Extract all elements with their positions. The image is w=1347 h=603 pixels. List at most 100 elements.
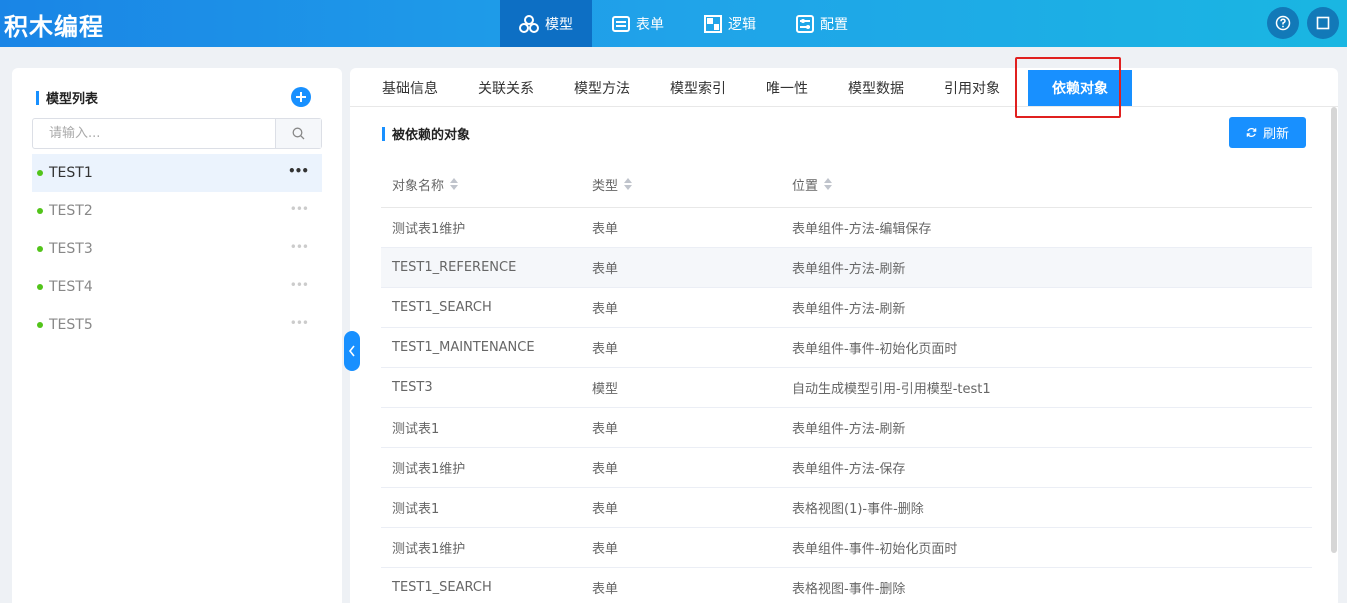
tab-referenced-objects[interactable]: 引用对象 [924,68,1020,107]
nav-label: 配置 [820,16,848,33]
cell-type: 表单 [592,462,619,477]
cell-type: 表单 [592,582,619,597]
logic-icon [704,14,722,33]
column-header-location[interactable]: 位置 [781,175,1312,194]
help-button[interactable] [1267,7,1299,39]
cell-location: 表格视图-事件-删除 [792,582,906,597]
plus-icon [296,92,306,102]
title-accent-bar [382,126,385,141]
top-right-actions [1267,7,1339,39]
dependency-table: 对象名称 类型 位置 测试表1维护 表单 表单组件-方法-编辑保存 TEST1_… [381,161,1312,603]
cell-location: 自动生成模型引用-引用模型-test1 [792,382,991,397]
sort-icon[interactable] [624,178,633,190]
more-icon[interactable]: ••• [290,241,309,253]
tab-dependent-objects[interactable]: 依赖对象 [1028,70,1132,106]
detail-tabs: 基础信息 关联关系 模型方法 模型索引 唯一性 模型数据 引用对象 依赖对象 [350,68,1338,107]
detail-panel: 基础信息 关联关系 模型方法 模型索引 唯一性 模型数据 引用对象 依赖对象 被… [350,68,1338,603]
cell-location: 表单组件-事件-初始化页面时 [792,542,958,557]
table-row[interactable]: 测试表1维护 表单 表单组件-事件-初始化页面时 [381,528,1312,568]
model-item-test3[interactable]: TEST3 ••• [32,230,322,268]
table-row[interactable]: 测试表1 表单 表单组件-方法-刷新 [381,408,1312,448]
cell-location: 表单组件-方法-刷新 [792,262,906,277]
cell-type: 模型 [592,382,619,397]
search-button[interactable] [275,119,321,148]
model-list-header: 模型列表 [36,88,98,107]
table-row[interactable]: TEST1_SEARCH 表单 表单组件-方法-刷新 [381,288,1312,328]
cell-name: 测试表1维护 [392,462,466,477]
title-accent-bar [36,90,39,105]
more-icon[interactable]: ••• [290,317,309,329]
collapse-sidebar-button[interactable] [344,331,360,371]
column-header-label: 对象名称 [392,178,445,194]
cell-name: TEST1_SEARCH [392,300,492,315]
model-list-title: 模型列表 [46,92,99,107]
add-model-button[interactable] [291,87,311,107]
model-item-label: TEST3 [49,241,93,257]
model-item-test1[interactable]: TEST1 ••• [32,154,322,192]
cell-location: 表单组件-事件-初始化页面时 [792,342,958,357]
cell-location: 表格视图(1)-事件-删除 [792,502,924,517]
sort-icon[interactable] [824,178,833,190]
cell-type: 表单 [592,542,619,557]
cell-type: 表单 [592,502,619,517]
fullscreen-icon [1316,16,1330,30]
column-header-type[interactable]: 类型 [581,175,781,194]
more-icon[interactable]: ••• [290,279,309,291]
cell-location: 表单组件-方法-刷新 [792,422,906,437]
status-dot [37,208,43,214]
sort-icon[interactable] [450,178,459,190]
config-icon [796,14,814,33]
status-dot [37,170,43,176]
column-header-name[interactable]: 对象名称 [381,175,581,194]
tab-basic-info[interactable]: 基础信息 [362,68,458,107]
table-row[interactable]: TEST1_REFERENCE 表单 表单组件-方法-刷新 [381,248,1312,288]
cell-type: 表单 [592,302,619,317]
cell-type: 表单 [592,262,619,277]
search-input[interactable] [33,119,275,148]
cell-name: TEST1_MAINTENANCE [392,340,535,355]
tab-uniqueness[interactable]: 唯一性 [746,68,828,107]
more-icon[interactable]: ••• [288,165,309,177]
table-row[interactable]: 测试表1维护 表单 表单组件-方法-保存 [381,448,1312,488]
form-icon [612,15,630,32]
fullscreen-button[interactable] [1307,7,1339,39]
model-search [32,118,322,149]
tab-model-methods[interactable]: 模型方法 [554,68,650,107]
vertical-scrollbar[interactable] [1331,107,1337,553]
cell-name: TEST1_SEARCH [392,580,492,595]
tab-relations[interactable]: 关联关系 [458,68,554,107]
model-list-panel: 模型列表 TEST1 ••• TEST2 ••• TEST3 ••• TEST4… [12,68,342,603]
model-item-test5[interactable]: TEST5 ••• [32,306,322,344]
cell-location: 表单组件-方法-编辑保存 [792,222,932,237]
cell-type: 表单 [592,222,619,237]
column-header-label: 位置 [792,178,819,194]
table-row[interactable]: 测试表1维护 表单 表单组件-方法-编辑保存 [381,208,1312,248]
nav-item-form[interactable]: 表单 [592,0,684,47]
model-icon [519,14,539,33]
tab-model-data[interactable]: 模型数据 [828,68,924,107]
nav-item-config[interactable]: 配置 [776,0,868,47]
model-item-test2[interactable]: TEST2 ••• [32,192,322,230]
table-row[interactable]: TEST1_MAINTENANCE 表单 表单组件-事件-初始化页面时 [381,328,1312,368]
model-item-test4[interactable]: TEST4 ••• [32,268,322,306]
refresh-icon [1246,128,1257,137]
refresh-button[interactable]: 刷新 [1229,117,1306,148]
table-row[interactable]: TEST3 模型 自动生成模型引用-引用模型-test1 [381,368,1312,408]
table-row[interactable]: 测试表1 表单 表格视图(1)-事件-删除 [381,488,1312,528]
top-bar: 积木编程 模型 表单 逻辑 配置 [0,0,1347,47]
help-icon [1275,15,1291,31]
section-header: 被依赖的对象 [382,124,470,143]
tab-model-index[interactable]: 模型索引 [650,68,746,107]
status-dot [37,322,43,328]
nav-item-logic[interactable]: 逻辑 [684,0,776,47]
model-item-label: TEST1 [49,165,93,181]
section-title: 被依赖的对象 [392,128,471,143]
model-item-label: TEST2 [49,203,93,219]
more-icon[interactable]: ••• [290,203,309,215]
table-row[interactable]: TEST1_SEARCH 表单 表格视图-事件-删除 [381,568,1312,603]
model-item-label: TEST5 [49,317,93,333]
nav-item-model[interactable]: 模型 [500,0,592,47]
search-icon [292,127,305,140]
nav-label: 表单 [636,16,664,33]
cell-location: 表单组件-方法-刷新 [792,302,906,317]
